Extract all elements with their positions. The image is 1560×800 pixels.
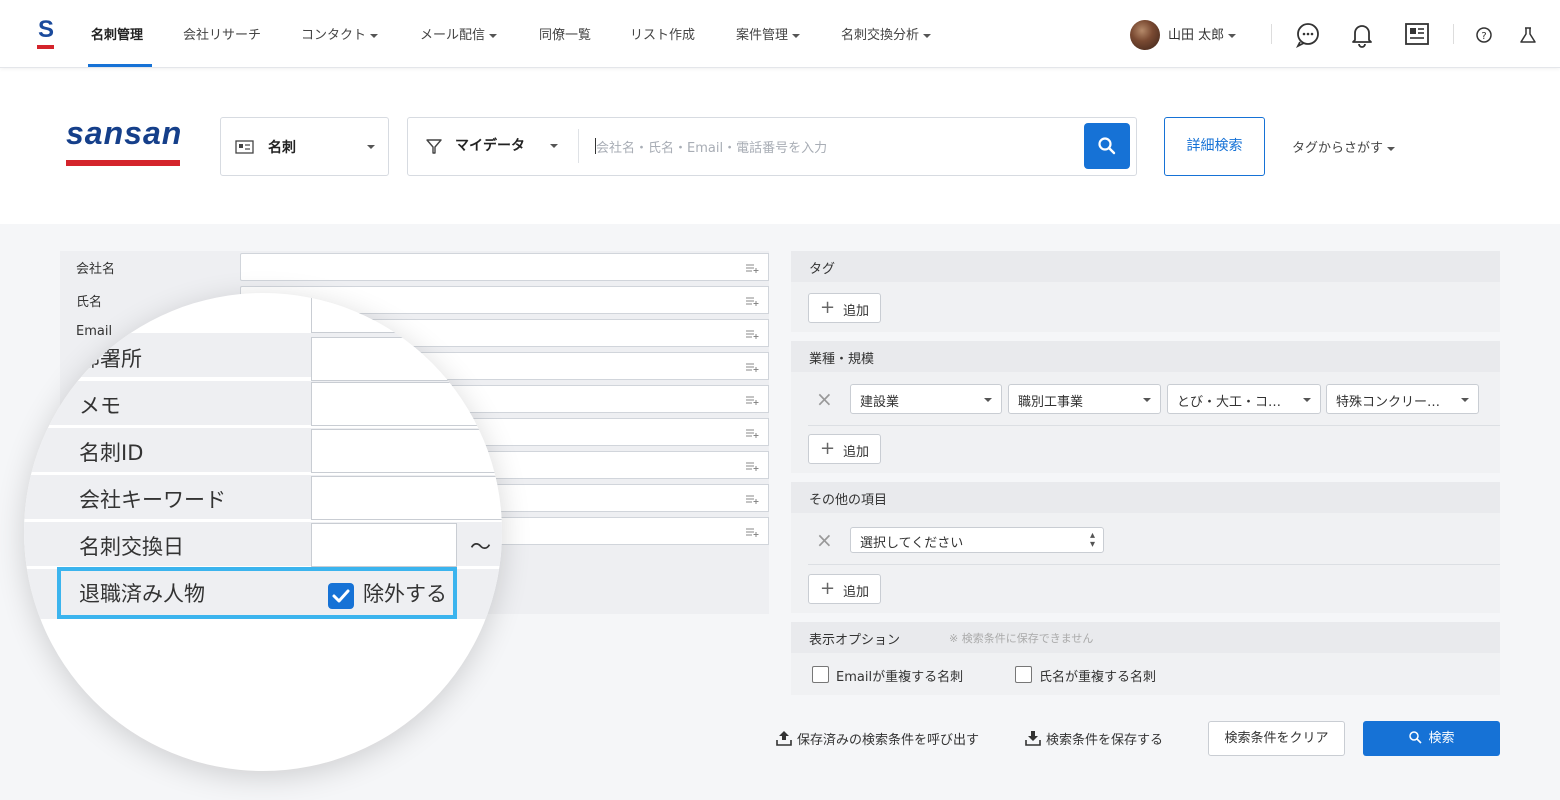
filter-selector[interactable]: マイデータ [455, 135, 559, 155]
add-other-button[interactable]: + 追加 [808, 574, 881, 604]
other-item-select[interactable]: 選択してください ▴ ▾ [850, 527, 1104, 553]
nav-list-create[interactable]: リスト作成 [630, 24, 695, 43]
card-icon [235, 140, 254, 154]
plus-icon: + [820, 578, 836, 599]
list-add-icon [746, 495, 759, 504]
sansan-s-logo[interactable]: S [36, 18, 56, 50]
chevron-down-icon [792, 33, 801, 38]
card-id-input-zoomed[interactable] [311, 429, 502, 473]
industry-select-1[interactable]: 建設業 [850, 384, 1002, 414]
search-button[interactable] [1084, 123, 1130, 169]
plus-icon: + [820, 297, 836, 318]
chevron-down-icon [367, 145, 375, 149]
user-menu[interactable]: 山田 太郎 [1168, 24, 1237, 43]
nav-exchange-analysis[interactable]: 名刺交換分析 [841, 24, 932, 43]
type-selector[interactable]: 名刺 [220, 117, 389, 176]
dup-name-checkbox[interactable] [1015, 666, 1032, 683]
nav-card-management[interactable]: 名刺管理 [91, 24, 143, 43]
chevron-down-icon [489, 33, 498, 38]
other-section-header: その他の項目 [791, 482, 1500, 513]
industry-select-4[interactable]: 特殊コンクリー… [1326, 384, 1479, 414]
field-picker-button[interactable] [737, 418, 769, 446]
add-industry-button[interactable]: + 追加 [808, 434, 881, 464]
advanced-search-button[interactable]: 詳細検索 [1164, 117, 1265, 176]
list-add-icon [746, 528, 759, 537]
bell-icon[interactable] [1348, 20, 1376, 48]
list-add-icon [746, 264, 759, 273]
exclude-retired-checkbox[interactable] [328, 583, 354, 609]
search-icon [1409, 731, 1423, 744]
industry-select-2[interactable]: 職別工事業 [1008, 384, 1161, 414]
chevron-down-icon [1303, 398, 1311, 402]
retired-highlight-box: 退職済み人物 除外する [57, 567, 457, 619]
industry-select-3[interactable]: とび・大工・コ… [1167, 384, 1321, 414]
list-add-icon [746, 297, 759, 306]
filter-icon [426, 139, 442, 154]
list-add-icon [746, 363, 759, 372]
field-picker-button[interactable] [737, 517, 769, 545]
chevron-down-icon [370, 33, 379, 38]
memo-input-zoomed[interactable] [311, 382, 502, 426]
avatar[interactable] [1130, 20, 1160, 50]
select-arrows-icon: ▴ ▾ [1089, 530, 1095, 550]
field-picker-button[interactable] [737, 319, 769, 347]
company-keyword-input-zoomed[interactable] [311, 476, 502, 520]
download-icon [1025, 731, 1041, 746]
nav-deal-management[interactable]: 案件管理 [736, 24, 801, 43]
chevron-down-icon [1461, 398, 1469, 402]
save-conditions-link[interactable]: 検索条件を保存する [1024, 729, 1163, 748]
chevron-down-icon [1143, 398, 1151, 402]
nav-contact[interactable]: コンタクト [301, 24, 379, 43]
chevron-down-icon [984, 398, 992, 402]
business-card-icon[interactable] [1403, 20, 1431, 48]
chevron-down-icon [1228, 33, 1237, 38]
tag-section-header: タグ [791, 251, 1500, 282]
list-add-icon [746, 462, 759, 471]
tag-section-body [791, 282, 1500, 332]
add-tag-button[interactable]: + 追加 [808, 293, 881, 323]
load-saved-conditions-link[interactable]: 保存済みの検索条件を呼び出す [775, 729, 979, 748]
svg-text:?: ? [1481, 31, 1486, 42]
chat-icon[interactable] [1294, 20, 1322, 48]
chevron-down-icon [923, 33, 932, 38]
checkmark-icon [332, 589, 350, 603]
remove-industry-icon[interactable]: × [816, 389, 833, 409]
magnifier-lens: Email 部署所 メモ 名刺ID 会社キーワード 名刺交換日 〜 [24, 293, 502, 771]
industry-section-header: 業種・規模 [791, 341, 1500, 372]
nav-colleagues[interactable]: 同僚一覧 [539, 24, 591, 43]
nav-active-underline [88, 64, 152, 67]
list-add-icon [746, 396, 759, 405]
sansan-logo[interactable]: sansan [66, 116, 182, 168]
field-picker-button[interactable] [737, 253, 769, 281]
clear-conditions-button[interactable]: 検索条件をクリア [1208, 721, 1345, 756]
tag-search-dropdown[interactable]: タグからさがす [1292, 137, 1396, 156]
list-add-icon [746, 330, 759, 339]
help-icon[interactable]: ? [1472, 23, 1496, 47]
chevron-down-icon [550, 143, 559, 148]
flask-icon[interactable] [1517, 23, 1539, 47]
display-option-header: 表示オプション ※ 検索条件に保存できません [791, 622, 1500, 653]
field-picker-button[interactable] [737, 352, 769, 380]
list-add-icon [746, 429, 759, 438]
submit-search-button[interactable]: 検索 [1363, 721, 1500, 756]
remove-other-icon[interactable]: × [816, 530, 833, 550]
chevron-down-icon [1387, 146, 1396, 151]
nav-mail-delivery[interactable]: メール配信 [420, 24, 498, 43]
nav-company-research[interactable]: 会社リサーチ [183, 24, 261, 43]
field-picker-button[interactable] [737, 484, 769, 512]
search-icon [1098, 137, 1116, 155]
field-row-company: 会社名 [60, 252, 769, 282]
field-picker-button[interactable] [737, 286, 769, 314]
field-picker-button[interactable] [737, 451, 769, 479]
plus-icon: + [820, 438, 836, 459]
dup-email-checkbox[interactable] [812, 666, 829, 683]
top-navbar: S 名刺管理 会社リサーチ コンタクト メール配信 同僚一覧 リスト作成 案件管… [0, 0, 1560, 68]
exchange-date-start-input[interactable] [311, 523, 457, 567]
search-input[interactable]: 会社名・氏名・Email・電話番号を入力 [596, 137, 827, 156]
company-name-input[interactable] [240, 253, 738, 281]
upload-icon [776, 731, 792, 746]
field-picker-button[interactable] [737, 385, 769, 413]
